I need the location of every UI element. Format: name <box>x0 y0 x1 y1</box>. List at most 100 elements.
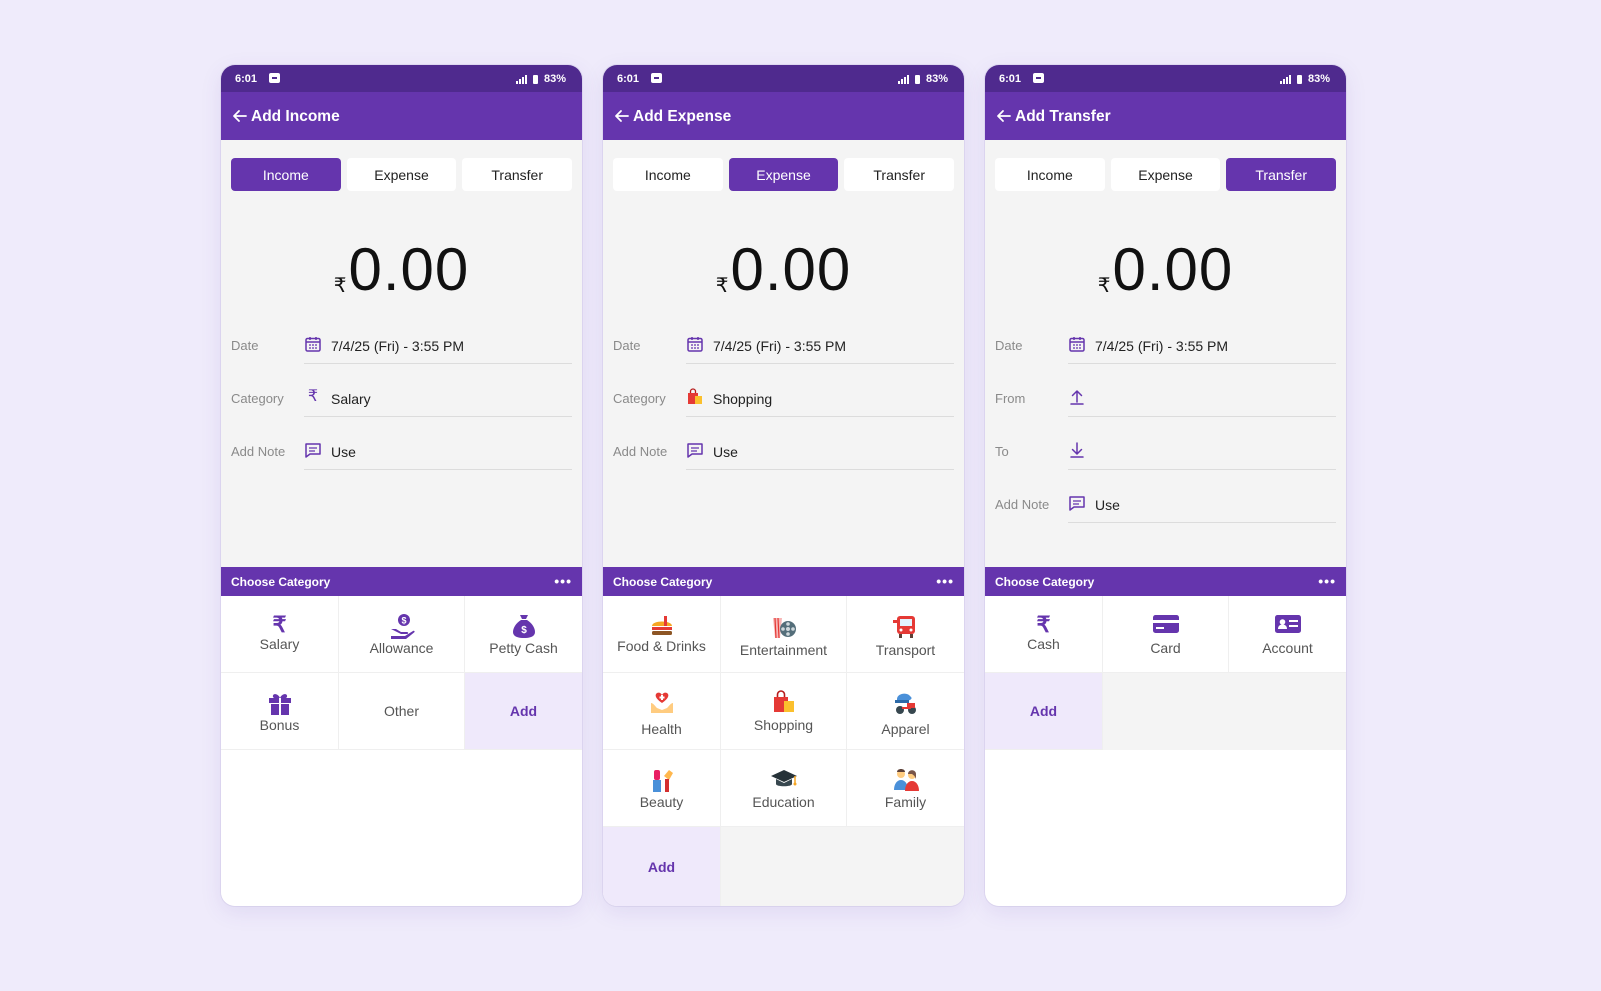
date-field[interactable]: Date 7/4/25 (Fri) - 3:55 PM <box>231 334 572 364</box>
category-label: Allowance <box>369 640 434 656</box>
category-value: Salary <box>331 391 371 407</box>
credit-card-icon <box>1152 615 1179 633</box>
amount-value: 0.00 <box>348 236 470 303</box>
film-reel-icon <box>772 617 796 639</box>
more-icon[interactable]: ••• <box>936 573 954 589</box>
currency-symbol: ₹ <box>715 275 729 297</box>
date-value: 7/4/25 (Fri) - 3:55 PM <box>331 338 465 354</box>
date-field[interactable]: Date 7/4/25 (Fri) - 3:55 PM <box>613 334 954 364</box>
battery-icon <box>1296 74 1302 84</box>
choose-category-title: Choose Category <box>231 575 331 589</box>
date-label: Date <box>613 338 641 353</box>
category-apparel[interactable]: Apparel <box>847 673 964 750</box>
category-family[interactable]: Family <box>847 750 964 827</box>
tab-income[interactable]: Income <box>613 158 723 191</box>
category-shopping[interactable]: Shopping <box>721 673 847 750</box>
notification-icon <box>1033 73 1044 83</box>
rupee-icon: ₹ <box>272 612 287 637</box>
amount-display[interactable]: ₹0.00 <box>985 235 1346 304</box>
add-category-button[interactable]: Add <box>985 673 1103 750</box>
category-allowance[interactable]: $ Allowance <box>339 596 465 673</box>
tab-transfer[interactable]: Transfer <box>844 158 955 191</box>
empty-grid-area <box>1103 673 1346 750</box>
category-education[interactable]: Education <box>721 750 847 827</box>
app-bar: Add Transfer <box>985 92 1346 140</box>
shopping-bag-icon <box>688 388 702 404</box>
page-title: Add Expense <box>633 108 732 125</box>
category-grid: ₹ Cash Card Account Add <box>985 596 1346 906</box>
category-transport[interactable]: Transport <box>847 596 964 673</box>
add-category-button[interactable]: Add <box>603 827 721 906</box>
choose-category-header: Choose Category ••• <box>603 567 964 596</box>
category-field[interactable]: Category ₹ Salary <box>231 387 572 417</box>
tab-expense[interactable]: Expense <box>728 158 839 191</box>
category-label: Cash <box>1027 636 1060 652</box>
choose-category-title: Choose Category <box>613 575 713 589</box>
category-label: Education <box>752 794 815 810</box>
category-salary[interactable]: ₹ Salary <box>221 596 339 673</box>
back-arrow-icon[interactable] <box>231 107 249 125</box>
back-arrow-icon[interactable] <box>995 107 1013 125</box>
bus-icon <box>892 616 915 638</box>
tab-transfer[interactable]: Transfer <box>1226 158 1337 191</box>
category-label: Other <box>383 703 419 719</box>
date-value: 7/4/25 (Fri) - 3:55 PM <box>713 338 847 354</box>
page-title: Add Transfer <box>1015 108 1111 125</box>
category-other[interactable]: Other <box>339 673 465 750</box>
category-grid: Food & Drinks Entertainment Transport He… <box>603 596 964 906</box>
calendar-icon <box>687 337 703 352</box>
expense-screen: 6:01 83% Add Expense Income Expense Tran… <box>603 65 964 906</box>
category-bonus[interactable]: Bonus <box>221 673 339 750</box>
back-arrow-icon[interactable] <box>613 107 631 125</box>
amount-display[interactable]: ₹0.00 <box>221 235 582 304</box>
category-entertainment[interactable]: Entertainment <box>721 596 847 673</box>
note-field[interactable]: Add Note Use <box>613 440 954 470</box>
tab-transfer[interactable]: Transfer <box>462 158 573 191</box>
more-icon[interactable]: ••• <box>554 573 572 589</box>
apparel-icon <box>894 693 916 714</box>
tab-income[interactable]: Income <box>231 158 341 191</box>
category-cash[interactable]: ₹ Cash <box>985 596 1103 673</box>
amount-display[interactable]: ₹0.00 <box>603 235 964 304</box>
category-account[interactable]: Account <box>1229 596 1346 673</box>
choose-category-header: Choose Category ••• <box>221 567 582 596</box>
category-label: Account <box>1262 640 1313 656</box>
family-icon <box>893 769 919 791</box>
signal-icon <box>897 74 909 84</box>
category-health[interactable]: Health <box>603 673 721 750</box>
note-field[interactable]: Add Note Use <box>995 493 1336 523</box>
note-icon <box>305 443 321 458</box>
note-value: Use <box>1095 497 1120 513</box>
type-tabs: Income Expense Transfer <box>613 158 955 191</box>
download-arrow-icon <box>1070 442 1084 458</box>
category-beauty[interactable]: Beauty <box>603 750 721 827</box>
category-petty-cash[interactable]: $ Petty Cash <box>465 596 582 673</box>
amount-value: 0.00 <box>1112 236 1234 303</box>
note-field[interactable]: Add Note Use <box>231 440 572 470</box>
more-icon[interactable]: ••• <box>1318 573 1336 589</box>
from-field[interactable]: From <box>995 387 1336 417</box>
page-title: Add Income <box>251 108 340 125</box>
tab-expense[interactable]: Expense <box>1110 158 1221 191</box>
add-category-button[interactable]: Add <box>465 673 582 750</box>
to-field[interactable]: To <box>995 440 1336 470</box>
battery-level: 83% <box>925 73 948 85</box>
currency-symbol: ₹ <box>333 275 347 297</box>
category-food-drinks[interactable]: Food & Drinks <box>603 596 721 673</box>
gift-icon <box>268 694 291 715</box>
calendar-icon <box>305 337 321 352</box>
category-field[interactable]: Category Shopping <box>613 387 954 417</box>
tab-income[interactable]: Income <box>995 158 1105 191</box>
svg-text:$: $ <box>521 625 527 636</box>
date-field[interactable]: Date 7/4/25 (Fri) - 3:55 PM <box>995 334 1336 364</box>
type-tabs: Income Expense Transfer <box>231 158 573 191</box>
svg-text:$: $ <box>401 616 406 626</box>
app-bar: Add Expense <box>603 92 964 140</box>
note-value: Use <box>713 444 738 460</box>
account-card-icon <box>1274 615 1301 633</box>
health-heart-icon <box>650 692 673 713</box>
category-card[interactable]: Card <box>1103 596 1229 673</box>
type-tabs: Income Expense Transfer <box>995 158 1337 191</box>
to-label: To <box>995 444 1009 459</box>
tab-expense[interactable]: Expense <box>346 158 457 191</box>
